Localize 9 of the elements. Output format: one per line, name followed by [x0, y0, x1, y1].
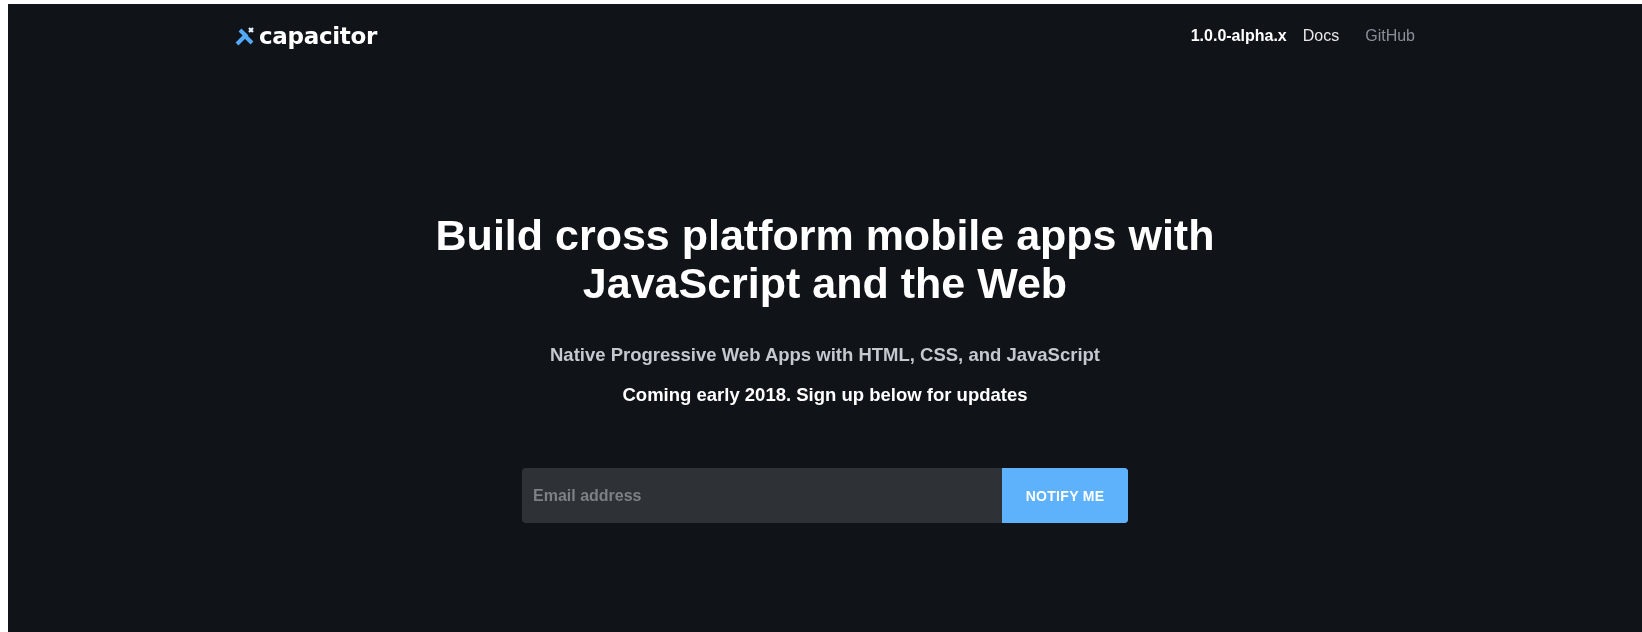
hero-subtitle: Native Progressive Web Apps with HTML, CSS, and JavaScript — [550, 344, 1100, 366]
nav-link[interactable]: GitHub — [1365, 27, 1415, 45]
signup-note: Coming early 2018. Sign up below for updates — [622, 384, 1028, 406]
email-field[interactable]: Email address — [522, 468, 1002, 523]
logo-icon — [235, 26, 255, 46]
hero-title: Build cross platform mobile apps with JavaScript and the Web — [434, 211, 1216, 307]
nav-link[interactable]: Docs — [1302, 27, 1340, 45]
version-link[interactable]: 1.0.0-alpha.x — [1190, 27, 1287, 45]
logo-text: capacitor — [259, 23, 378, 49]
